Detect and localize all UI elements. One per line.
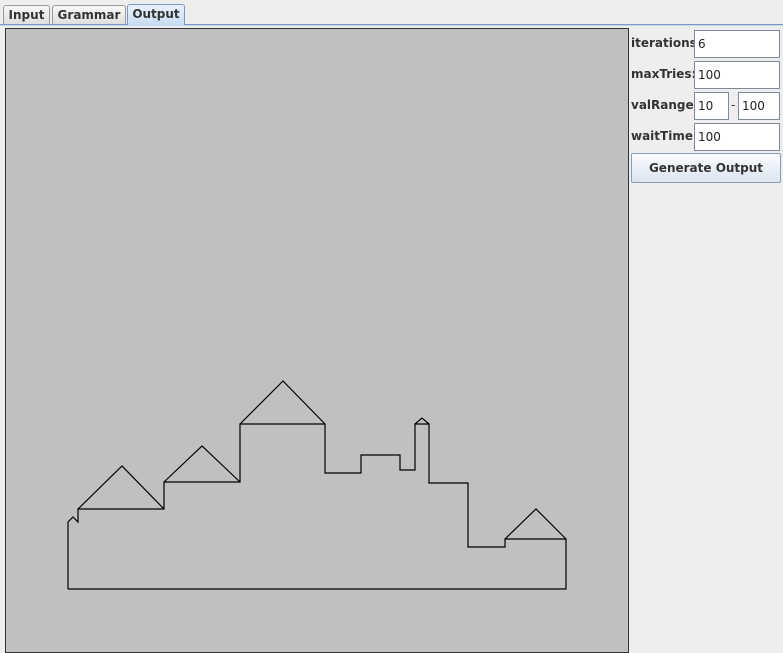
valrange-min-input[interactable] (694, 92, 729, 120)
roof-right (504, 508, 567, 540)
iterations-label: iterations: (631, 36, 702, 50)
skyline-outline (67, 423, 567, 590)
iterations-row: iterations: (630, 28, 783, 58)
roof-tower (414, 417, 430, 425)
iterations-input[interactable] (694, 30, 780, 58)
maxtries-label: maxTries: (631, 67, 697, 81)
waittime-input[interactable] (694, 123, 780, 151)
tab-grammar[interactable]: Grammar (52, 5, 126, 24)
generate-output-button[interactable]: Generate Output (631, 153, 781, 183)
valrange-label: valRange: (631, 98, 699, 112)
roof-left (77, 465, 165, 510)
output-canvas (5, 28, 629, 653)
waittime-row: waitTime: (630, 121, 783, 151)
roof-middle-left (163, 445, 241, 483)
tab-input[interactable]: Input (3, 5, 50, 24)
tab-output[interactable]: Output (127, 4, 185, 25)
skyline-drawing (67, 380, 567, 590)
valrange-row: valRange: - (630, 90, 783, 120)
waittime-label: waitTime: (631, 129, 698, 143)
valrange-separator: - (731, 98, 736, 112)
roof-center (239, 380, 326, 425)
maxtries-input[interactable] (694, 61, 780, 89)
tab-bar: Input Grammar Output (0, 0, 783, 26)
valrange-max-input[interactable] (738, 92, 780, 120)
tab-divider (0, 24, 783, 26)
maxtries-row: maxTries: (630, 59, 783, 89)
